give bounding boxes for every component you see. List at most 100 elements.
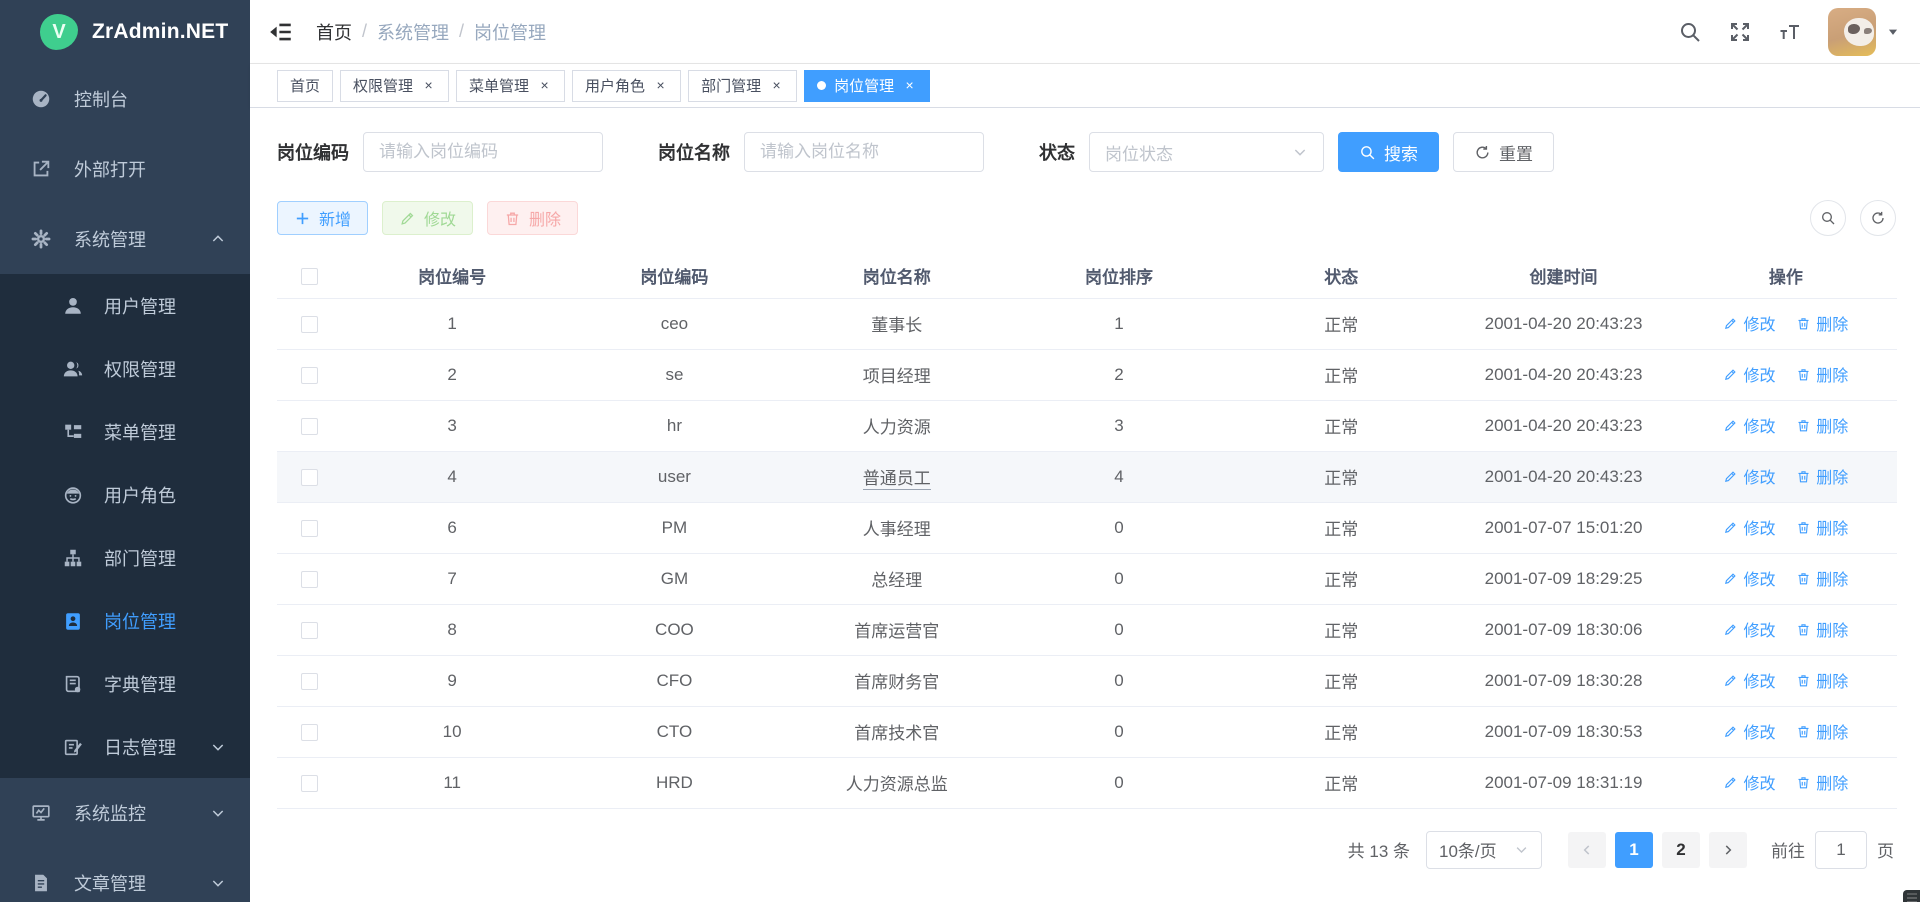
cell-status: 正常 (1230, 655, 1452, 706)
sidebar-item-menus[interactable]: 菜单管理 (0, 400, 250, 463)
font-size-icon[interactable] (1778, 20, 1802, 44)
sidebar-item-roles[interactable]: 用户角色 (0, 463, 250, 526)
goto-page-input[interactable] (1815, 831, 1867, 869)
row-checkbox[interactable] (301, 622, 318, 639)
refresh-table-button[interactable] (1860, 200, 1896, 236)
row-edit-link[interactable]: 修改 (1723, 515, 1775, 539)
row-edit-link[interactable]: 修改 (1723, 617, 1775, 641)
tab-departments[interactable]: 部门管理 × (688, 70, 797, 102)
sidebar-item-external[interactable]: 外部打开 (0, 134, 250, 204)
sidebar-item-articles[interactable]: 文章管理 (0, 848, 250, 902)
tab-menus[interactable]: 菜单管理 × (456, 70, 565, 102)
row-checkbox[interactable] (301, 469, 318, 486)
row-delete-link[interactable]: 删除 (1796, 617, 1848, 641)
row-checkbox[interactable] (301, 724, 318, 741)
cell-post-name: 项目经理 (863, 367, 931, 386)
tab-label: 用户角色 (585, 75, 645, 96)
sidebar-item-dictionary[interactable]: 字典管理 (0, 652, 250, 715)
tab-posts[interactable]: 岗位管理 × (804, 70, 930, 102)
row-edit-link[interactable]: 修改 (1723, 413, 1775, 437)
row-checkbox[interactable] (301, 520, 318, 537)
row-delete-link[interactable]: 删除 (1796, 719, 1848, 743)
edit-icon (399, 210, 416, 227)
row-edit-link[interactable]: 修改 (1723, 668, 1775, 692)
sidebar-item-dashboard[interactable]: 控制台 (0, 64, 250, 134)
fullscreen-icon[interactable] (1728, 20, 1752, 44)
row-delete-link[interactable]: 删除 (1796, 515, 1848, 539)
page-1-button[interactable]: 1 (1615, 832, 1653, 868)
tab-close-icon[interactable]: × (537, 78, 552, 93)
row-edit-link[interactable]: 修改 (1723, 770, 1775, 794)
tab-close-icon[interactable]: × (421, 78, 436, 93)
cell-created: 2001-07-09 18:30:06 (1452, 604, 1674, 655)
edit-icon (1723, 724, 1738, 739)
row-edit-link[interactable]: 修改 (1723, 464, 1775, 488)
status-select[interactable]: 岗位状态 (1089, 132, 1324, 172)
page-size-select[interactable]: 10条/页 (1426, 831, 1542, 869)
sidebar-item-monitor[interactable]: 系统监控 (0, 778, 250, 848)
row-edit-link[interactable]: 修改 (1723, 362, 1775, 386)
post-code-input[interactable] (363, 132, 603, 172)
edit-button[interactable]: 修改 (382, 201, 473, 235)
app-root: V ZrAdmin.NET 控制台 外部打开 (0, 0, 1920, 902)
sidebar-item-logs[interactable]: 日志管理 (0, 715, 250, 778)
post-name-input[interactable] (744, 132, 984, 172)
row-checkbox[interactable] (301, 775, 318, 792)
tab-close-icon[interactable]: × (902, 78, 917, 93)
delete-button[interactable]: 删除 (487, 201, 578, 235)
row-delete-link[interactable]: 删除 (1796, 413, 1848, 437)
tab-roles[interactable]: 用户角色 × (572, 70, 681, 102)
sidebar-item-label: 权限管理 (104, 356, 176, 382)
table-row: 2 se 项目经理 2 正常 2001-04-20 20:43:23 修改 删除 (277, 349, 1897, 400)
tab-home[interactable]: 首页 (277, 70, 333, 102)
row-delete-link[interactable]: 删除 (1796, 566, 1848, 590)
toggle-search-button[interactable] (1810, 200, 1846, 236)
breadcrumb-home[interactable]: 首页 (316, 19, 352, 45)
tab-label: 菜单管理 (469, 75, 529, 96)
app-logo[interactable]: V ZrAdmin.NET (0, 0, 250, 64)
search-icon[interactable] (1678, 20, 1702, 44)
add-button[interactable]: 新增 (277, 201, 368, 235)
sidebar-item-departments[interactable]: 部门管理 (0, 526, 250, 589)
row-checkbox[interactable] (301, 418, 318, 435)
row-edit-link[interactable]: 修改 (1723, 566, 1775, 590)
performance-meter-widget[interactable] (1903, 890, 1920, 902)
row-edit-link[interactable]: 修改 (1723, 311, 1775, 335)
row-delete-link[interactable]: 删除 (1796, 464, 1848, 488)
chevron-up-icon (210, 231, 226, 247)
reset-button[interactable]: 重置 (1453, 132, 1554, 172)
row-checkbox[interactable] (301, 571, 318, 588)
trash-icon (1796, 775, 1811, 790)
plus-icon (294, 210, 311, 227)
search-button[interactable]: 搜索 (1338, 132, 1439, 172)
tab-permissions[interactable]: 权限管理 × (340, 70, 449, 102)
sidebar-collapse-icon[interactable] (268, 19, 294, 45)
logo-icon: V (40, 14, 78, 50)
sidebar-item-users[interactable]: 用户管理 (0, 274, 250, 337)
sidebar-item-system[interactable]: 系统管理 (0, 204, 250, 274)
user-menu[interactable] (1828, 8, 1900, 56)
edit-icon (1723, 775, 1738, 790)
tab-close-icon[interactable]: × (769, 78, 784, 93)
row-delete-link[interactable]: 删除 (1796, 668, 1848, 692)
sidebar-item-icon (30, 88, 52, 110)
row-delete-link[interactable]: 删除 (1796, 362, 1848, 386)
row-checkbox[interactable] (301, 316, 318, 333)
row-checkbox[interactable] (301, 367, 318, 384)
row-checkbox[interactable] (301, 673, 318, 690)
next-page-button[interactable] (1709, 832, 1747, 868)
status-label: 状态 (1039, 139, 1075, 165)
edit-icon (1723, 418, 1738, 433)
tab-close-icon[interactable]: × (653, 78, 668, 93)
row-edit-link[interactable]: 修改 (1723, 719, 1775, 743)
cell-status: 正常 (1230, 298, 1452, 349)
avatar[interactable] (1828, 8, 1876, 56)
sidebar-item-permissions[interactable]: 权限管理 (0, 337, 250, 400)
cell-post-name: 首席财务官 (854, 673, 939, 692)
row-delete-link[interactable]: 删除 (1796, 770, 1848, 794)
sidebar-item-posts[interactable]: 岗位管理 (0, 589, 250, 652)
select-all-checkbox[interactable] (301, 268, 318, 285)
prev-page-button[interactable] (1568, 832, 1606, 868)
row-delete-link[interactable]: 删除 (1796, 311, 1848, 335)
page-2-button[interactable]: 2 (1662, 832, 1700, 868)
